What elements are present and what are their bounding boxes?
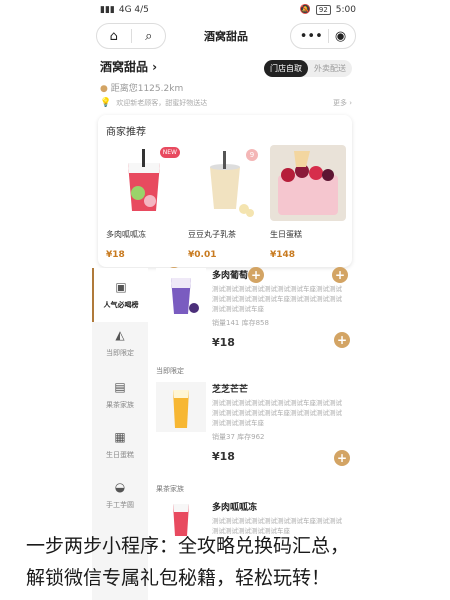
product-stock: 销量141 库存858 xyxy=(212,319,269,327)
bowl-icon: ◒ xyxy=(114,480,126,494)
order-mode-toggle: 门店自取 外卖配送 xyxy=(264,60,352,77)
status-time: 5:00 xyxy=(335,5,356,15)
battery-icon: 92 xyxy=(315,5,331,15)
sidebar-item-birthday-cake[interactable]: ▦ 生日蛋糕 xyxy=(92,430,148,460)
store-header: 酒窝甜品 › ● 距离您1125.2km 门店自取 外卖配送 xyxy=(100,58,352,94)
mode-delivery[interactable]: 外卖配送 xyxy=(308,60,352,77)
recommend-item-name: 多肉呱呱冻 xyxy=(106,230,146,239)
overlay-line-2: 解锁微信专属礼包秘籍，轻松玩转！ xyxy=(26,567,331,589)
status-network: 4G 4/5 xyxy=(118,5,149,15)
notice-more-link[interactable]: 更多 › xyxy=(333,98,352,108)
recommend-item-name: 生日蛋糕 xyxy=(270,230,302,239)
bulb-icon: 💡 xyxy=(100,98,112,108)
recommend-item-price: ¥18 xyxy=(106,250,125,260)
drink-image: NEW xyxy=(106,145,182,221)
recommend-item-price: ¥0.01 xyxy=(188,250,217,260)
mode-pickup[interactable]: 门店自取 xyxy=(264,60,308,77)
product-name: 多肉葡萄 xyxy=(212,271,249,281)
signal-icon: ▮▮▮ xyxy=(100,5,115,15)
add-to-cart-button[interactable]: + xyxy=(334,450,350,466)
product-name: 多肉呱呱冻 xyxy=(212,503,258,513)
product-desc: 测试测试测试测试测试测试测试车座测试测试测试测试测试测试测试车座测试测试测试测试… xyxy=(212,285,342,313)
sidebar-item-fruit-tea[interactable]: ▤ 果茶家族 xyxy=(92,380,148,410)
status-bar: ▮▮▮ 4G 4/5 🔕 92 5:00 xyxy=(100,0,356,20)
count-badge: 9 xyxy=(246,149,258,161)
sidebar-item-taro-balls[interactable]: ◒ 手工芋圆 xyxy=(92,480,148,510)
product-item[interactable]: 多肉葡萄 测试测试测试测试测试测试测试车座测试测试测试测试测试测试测试车座测试测… xyxy=(152,268,352,358)
product-image xyxy=(156,382,206,432)
product-name: 芝芝芒芒 xyxy=(212,385,249,395)
product-item[interactable]: 芝芝芒芒 测试测试测试测试测试测试测试车座测试测试测试测试测试测试测试车座测试测… xyxy=(152,382,352,472)
sidebar-item-popular[interactable]: ▣ 人气必喝榜 xyxy=(92,268,148,322)
sidebar-item-limited[interactable]: ◭ 当即限定 xyxy=(92,328,148,358)
recommend-card: 商家推荐 NEW 多肉呱呱冻 ¥18 + xyxy=(98,115,352,283)
search-icon[interactable]: ⌕ xyxy=(145,30,152,43)
product-image xyxy=(156,268,206,318)
gift-icon: ▦ xyxy=(114,430,126,444)
section-label: 果茶家族 xyxy=(156,485,184,493)
recommend-item[interactable]: 9 豆豆丸子乳茶 ¥0.01 + xyxy=(188,145,268,283)
target-icon[interactable]: ◉ xyxy=(335,30,346,43)
notice-bar: 💡 欢迎新老顾客，甜蜜好物送达 更多 › xyxy=(100,98,352,108)
recommend-item-name: 豆豆丸子乳茶 xyxy=(188,230,236,239)
product-price: ¥18 xyxy=(212,450,235,463)
mute-icon: 🔕 xyxy=(299,5,311,15)
recommend-item[interactable]: 生日蛋糕 ¥148 + xyxy=(270,145,350,283)
milk-tea-image: 9 xyxy=(188,145,264,221)
overlay-caption: 一步两步小程序：全攻略兑换码汇总， 解锁微信专属礼包秘籍，轻松玩转！ xyxy=(26,530,450,594)
home-icon[interactable]: ⌂ xyxy=(110,30,118,43)
product-desc: 测试测试测试测试测试测试测试车座测试测试测试测试测试测试测试车座测试测试测试测试… xyxy=(212,399,342,427)
nav-capsule-left: ⌂ ⌕ xyxy=(96,23,166,49)
new-badge: NEW xyxy=(159,147,180,158)
overlay-line-1: 一步两步小程序：全攻略兑换码汇总， xyxy=(26,535,350,557)
store-distance: ● 距离您1125.2km xyxy=(100,84,184,94)
cake-image xyxy=(270,145,346,221)
recommend-title: 商家推荐 xyxy=(106,127,146,138)
add-to-cart-button[interactable]: + xyxy=(334,332,350,348)
recommend-item[interactable]: NEW 多肉呱呱冻 ¥18 + xyxy=(106,145,186,283)
nav-capsule-right: ••• ◉ xyxy=(290,23,356,49)
section-label: 当即限定 xyxy=(156,367,184,375)
product-price: ¥18 xyxy=(212,336,235,349)
notice-text: 欢迎新老顾客，甜蜜好物送达 xyxy=(116,99,208,107)
nav-bar: ⌂ ⌕ 酒窝甜品 ••• ◉ xyxy=(96,22,356,50)
product-stock: 销量37 库存962 xyxy=(212,433,265,441)
cup-icon: ▣ xyxy=(115,280,127,294)
juice-icon: ▤ xyxy=(114,380,126,394)
recommend-item-price: ¥148 xyxy=(270,250,296,260)
cake-slice-icon: ◭ xyxy=(115,328,125,342)
more-dots-icon[interactable]: ••• xyxy=(300,30,323,43)
location-icon: ● xyxy=(100,84,108,94)
